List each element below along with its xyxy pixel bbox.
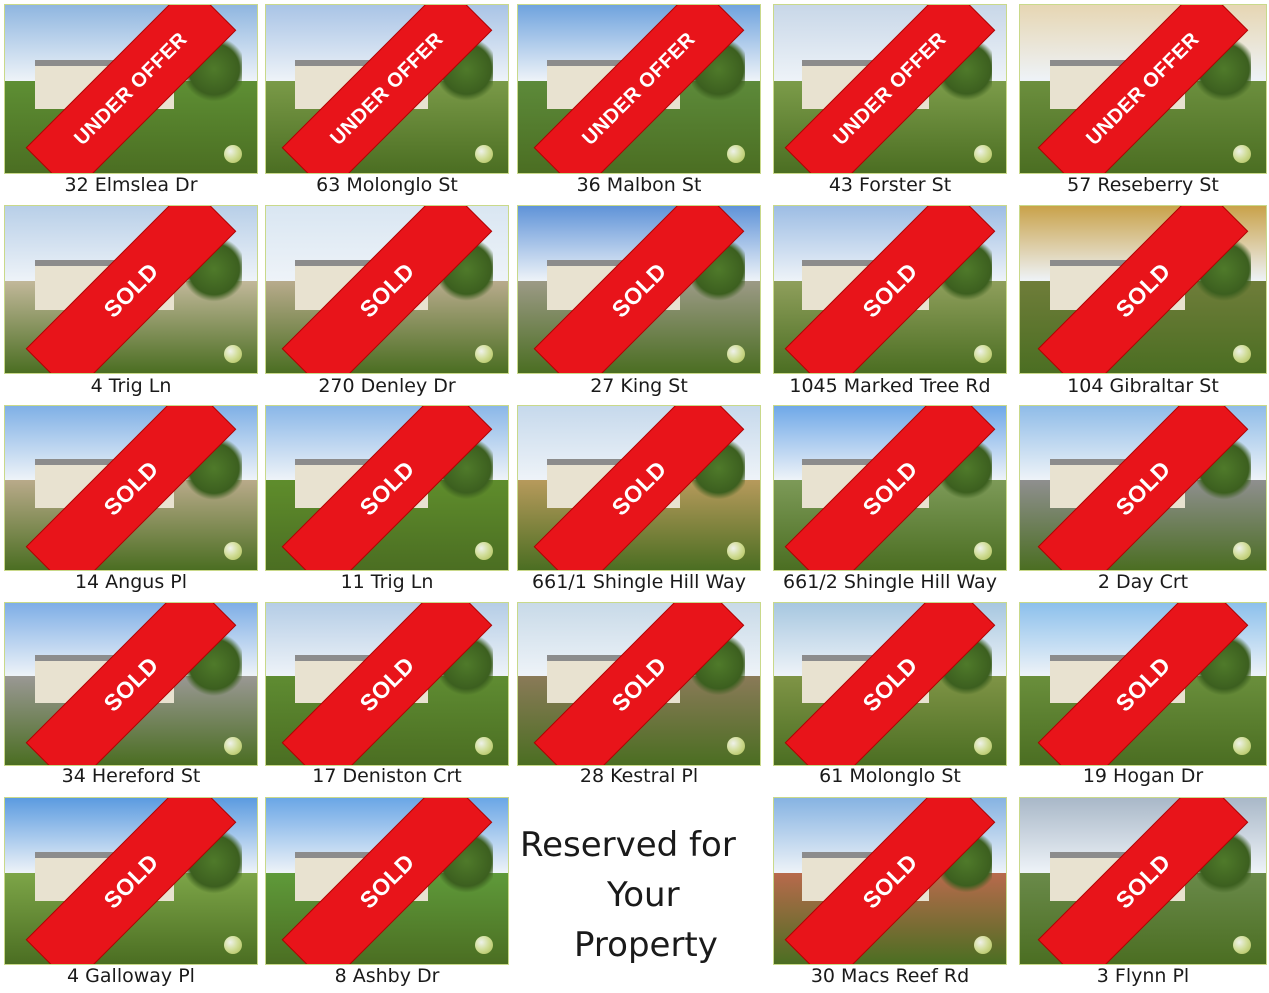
property-address: 17 Deniston Crt xyxy=(312,765,462,787)
property-address: 104 Gibraltar St xyxy=(1067,375,1219,397)
reserved-line-3: Property xyxy=(574,925,718,965)
property-photo: SOLD xyxy=(773,205,1007,374)
property-photo: SOLD xyxy=(4,405,258,571)
property-photo: SOLD xyxy=(1019,205,1267,374)
listing-card: SOLD 270 Denley Dr xyxy=(265,205,509,403)
listing-card: SOLD 661/1 Shingle Hill Way xyxy=(517,405,761,599)
listing-card: SOLD 14 Angus Pl xyxy=(4,405,258,599)
listing-card: SOLD 28 Kestral Pl xyxy=(517,602,761,793)
property-address: 28 Kestral Pl xyxy=(579,765,699,787)
property-address: 57 Reseberry St xyxy=(1067,174,1219,196)
listing-card: SOLD 104 Gibraltar St xyxy=(1019,205,1267,403)
listing-card: SOLD 34 Hereford St xyxy=(4,602,258,793)
property-address: 2 Day Crt xyxy=(1097,571,1189,593)
property-address: 11 Trig Ln xyxy=(340,571,434,593)
listing-card: UNDER OFFER 57 Reseberry St xyxy=(1019,4,1267,202)
property-photo: SOLD xyxy=(517,602,761,766)
property-photo: UNDER OFFER xyxy=(773,4,1007,174)
property-photo: SOLD xyxy=(265,797,509,965)
property-address: 36 Malbon St xyxy=(576,174,702,196)
listing-card: UNDER OFFER 36 Malbon St xyxy=(517,4,761,202)
listing-card: SOLD 19 Hogan Dr xyxy=(1019,602,1267,793)
property-address: 43 Forster St xyxy=(828,174,952,196)
property-address: 4 Trig Ln xyxy=(90,375,172,397)
property-address: 661/2 Shingle Hill Way xyxy=(783,571,997,593)
property-address: 4 Galloway Pl xyxy=(67,965,195,987)
listing-card: SOLD 27 King St xyxy=(517,205,761,403)
listing-card: SOLD 8 Ashby Dr xyxy=(265,797,509,993)
property-photo: SOLD xyxy=(265,405,509,571)
property-photo: SOLD xyxy=(517,205,761,374)
property-photo: UNDER OFFER xyxy=(265,4,509,174)
property-address: 32 Elmslea Dr xyxy=(64,174,198,196)
reserved-line-1: Reserved for xyxy=(520,825,736,865)
property-photo: SOLD xyxy=(4,797,258,965)
listing-card: SOLD 11 Trig Ln xyxy=(265,405,509,599)
property-photo: UNDER OFFER xyxy=(1019,4,1267,174)
property-photo: SOLD xyxy=(1019,602,1267,766)
listing-card: SOLD 61 Molonglo St xyxy=(773,602,1007,793)
listing-card: UNDER OFFER 43 Forster St xyxy=(773,4,1007,202)
property-address: 3 Flynn Pl xyxy=(1096,965,1190,987)
listing-card: SOLD 661/2 Shingle Hill Way xyxy=(773,405,1007,599)
property-photo: SOLD xyxy=(1019,405,1267,571)
listing-card: SOLD 2 Day Crt xyxy=(1019,405,1267,599)
listing-card: SOLD 1045 Marked Tree Rd xyxy=(773,205,1007,403)
property-address: 27 King St xyxy=(590,375,688,397)
property-photo: UNDER OFFER xyxy=(517,4,761,174)
property-photo: SOLD xyxy=(4,205,258,374)
listing-card: SOLD 3 Flynn Pl xyxy=(1019,797,1267,993)
listing-card: SOLD 17 Deniston Crt xyxy=(265,602,509,793)
property-address: 8 Ashby Dr xyxy=(334,965,440,987)
property-address: 14 Angus Pl xyxy=(74,571,188,593)
reserved-line-2: Your xyxy=(607,875,680,915)
listing-card: UNDER OFFER 63 Molonglo St xyxy=(265,4,509,202)
property-photo: SOLD xyxy=(1019,797,1267,965)
property-photo: SOLD xyxy=(265,205,509,374)
listing-card: SOLD 4 Galloway Pl xyxy=(4,797,258,993)
reserved-placeholder: Reserved for Your Property xyxy=(512,820,772,970)
property-address: 63 Molonglo St xyxy=(316,174,458,196)
property-photo: SOLD xyxy=(773,405,1007,571)
property-photo: SOLD xyxy=(773,602,1007,766)
property-address: 34 Hereford St xyxy=(61,765,201,787)
property-address: 270 Denley Dr xyxy=(318,375,456,397)
property-photo: SOLD xyxy=(265,602,509,766)
property-photo: SOLD xyxy=(4,602,258,766)
property-address: 61 Molonglo St xyxy=(819,765,961,787)
property-address: 19 Hogan Dr xyxy=(1082,765,1204,787)
property-address: 1045 Marked Tree Rd xyxy=(789,375,991,397)
listing-card: UNDER OFFER 32 Elmslea Dr xyxy=(4,4,258,202)
listing-card: SOLD 4 Trig Ln xyxy=(4,205,258,403)
property-photo: SOLD xyxy=(517,405,761,571)
property-address: 661/1 Shingle Hill Way xyxy=(532,571,746,593)
property-photo: UNDER OFFER xyxy=(4,4,258,174)
